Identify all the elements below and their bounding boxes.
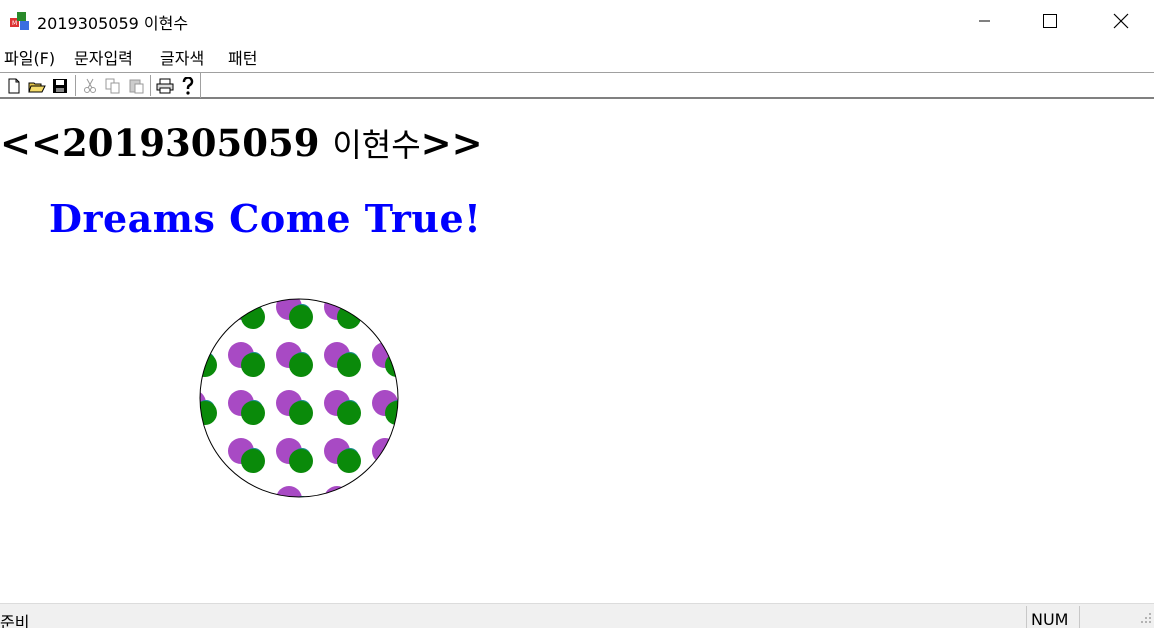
dreams-text: Dreams Come True! [49, 196, 482, 241]
close-button[interactable] [1098, 0, 1144, 42]
maximize-icon [1043, 14, 1057, 28]
heading-prefix: <<2019305059 [0, 121, 333, 165]
pattern-dot-green [337, 449, 361, 473]
pattern-dot-teal [389, 496, 398, 497]
pattern-dot-teal [200, 496, 215, 497]
maximize-button[interactable] [1027, 0, 1073, 42]
pattern-dot-green [385, 497, 405, 504]
pattern-dot-purple [200, 438, 206, 464]
pattern-dot-green [200, 305, 217, 329]
toolbar-end-divider [200, 73, 201, 98]
status-bar: 준비 [0, 603, 1154, 628]
pattern-dot-teal [389, 448, 398, 466]
copy-icon [105, 78, 120, 93]
new-icon [8, 78, 20, 93]
pattern-dot-green [337, 497, 361, 504]
pattern-dot-purple [200, 342, 206, 368]
print-button[interactable] [156, 76, 174, 95]
menu-file[interactable]: 파일(F) [4, 48, 55, 70]
print-icon [156, 78, 174, 93]
pattern-dot-green [241, 305, 265, 329]
app-icon: M [9, 10, 31, 32]
resize-grip-icon[interactable] [1140, 610, 1152, 624]
cut-icon [84, 78, 96, 93]
pattern-dot-purple [372, 486, 398, 497]
pattern-dot-teal [200, 448, 215, 466]
pattern-dot-teal [341, 496, 359, 497]
help-icon [182, 76, 194, 95]
menu-text-color[interactable]: 글자색 [160, 48, 204, 70]
status-pane-scrl [1079, 606, 1129, 628]
pattern-dot-green [241, 497, 265, 504]
pattern-dot-green [241, 401, 265, 425]
pattern-dot-purple [200, 299, 206, 320]
title-bar: M 2019305059 이현수 [0, 0, 1154, 42]
toolbar-separator [150, 75, 152, 96]
pattern-dot-green [337, 401, 361, 425]
help-button[interactable] [179, 76, 197, 95]
pattern-dot-purple [324, 486, 350, 497]
pattern-dot-purple [228, 486, 254, 497]
pattern-dot-teal [245, 496, 263, 497]
pattern-dot-green [200, 449, 217, 473]
pattern-dot-green [195, 497, 217, 504]
open-button[interactable] [28, 76, 46, 95]
status-text: 준비 [0, 613, 30, 628]
menu-bar: 파일(F) 문자입력 글자색 패턴 [0, 44, 1154, 72]
pattern-dot-purple [372, 299, 398, 320]
pattern-dot-green [385, 305, 398, 329]
pattern-dot-purple [372, 342, 398, 368]
heading-name: 이현수 [332, 126, 421, 164]
minimize-icon [979, 20, 990, 22]
pattern-dot-green [289, 353, 313, 377]
minimize-button[interactable] [962, 0, 1008, 42]
pattern-dot-green [289, 449, 313, 473]
toolbar-separator [75, 75, 77, 96]
student-heading: <<2019305059 이현수>> [0, 120, 483, 166]
copy-button[interactable] [104, 76, 122, 95]
pattern-dot-purple [200, 486, 206, 497]
close-icon [1113, 13, 1129, 29]
heading-suffix: >> [420, 121, 483, 165]
open-icon [28, 82, 46, 92]
new-button[interactable] [5, 76, 23, 95]
pattern-dot-teal [389, 304, 398, 322]
paste-button[interactable] [127, 76, 145, 95]
save-icon [53, 78, 67, 93]
pattern-dot-green [337, 353, 361, 377]
pattern-dot-green [289, 401, 313, 425]
pattern-dot-green [289, 497, 313, 504]
window-title: 2019305059 이현수 [37, 14, 189, 33]
paste-icon [129, 79, 144, 93]
menu-pattern[interactable]: 패턴 [228, 48, 257, 70]
pattern-dot-teal [200, 304, 215, 322]
pattern-circle [195, 298, 405, 504]
pattern-dot-green [289, 305, 313, 329]
pattern-dot-green [241, 449, 265, 473]
menu-text-input[interactable]: 문자입력 [74, 48, 133, 70]
pattern-dot-green [241, 353, 265, 377]
svg-text:M: M [12, 20, 17, 27]
pattern-dot-green [385, 449, 398, 473]
cut-button[interactable] [81, 76, 99, 95]
num-indicator: NUM [1031, 610, 1069, 628]
save-button[interactable] [51, 76, 69, 95]
toolbar [0, 72, 1154, 99]
